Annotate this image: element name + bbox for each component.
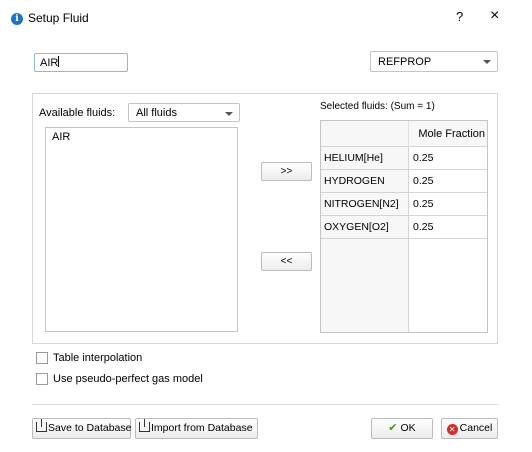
table-row[interactable]: HELIUM[He] 0.25 <box>321 147 487 170</box>
ok-button[interactable]: ✔ OK <box>371 418 433 439</box>
upload-icon <box>139 419 150 432</box>
fluid-name-cell: HELIUM[He] <box>321 147 409 169</box>
mole-fraction-header: Mole Fraction <box>409 121 487 147</box>
chevron-down-icon <box>225 112 233 116</box>
table-row[interactable]: OXYGEN[O2] 0.25 <box>321 216 487 239</box>
download-icon <box>36 419 47 432</box>
footer-divider <box>32 404 498 405</box>
available-fluids-label: Available fluids: <box>39 107 116 119</box>
pseudo-perfect-gas-checkbox[interactable] <box>36 373 48 385</box>
cancel-icon: ✕ <box>446 424 458 435</box>
backend-select[interactable]: REFPROP <box>370 51 498 72</box>
fluid-filter-select[interactable]: All fluids <box>128 103 240 122</box>
mole-fraction-cell[interactable]: 0.25 <box>409 193 487 215</box>
table-row[interactable]: NITROGEN[N2] 0.25 <box>321 193 487 216</box>
pseudo-perfect-gas-label: Use pseudo-perfect gas model <box>53 373 203 385</box>
fluid-name-cell: NITROGEN[N2] <box>321 193 409 215</box>
table-corner-header <box>321 121 409 147</box>
close-button[interactable]: × <box>490 7 499 25</box>
import-from-database-button[interactable]: Import from Database <box>135 418 258 439</box>
selected-fluids-table[interactable]: Mole Fraction HELIUM[He] 0.25 HYDROGEN 0… <box>320 120 488 333</box>
add-fluid-button[interactable]: >> <box>261 162 312 181</box>
fluid-filter-value: All fluids <box>136 107 177 119</box>
row-header-column <box>321 239 409 332</box>
table-row[interactable]: HYDROGEN 0.25 <box>321 170 487 193</box>
chevron-down-icon <box>483 60 491 64</box>
table-interpolation-label: Table interpolation <box>53 352 143 364</box>
remove-fluid-button[interactable]: << <box>261 252 312 271</box>
info-icon: i <box>11 13 23 25</box>
fluid-name-cell: HYDROGEN <box>321 170 409 192</box>
list-item[interactable]: AIR <box>52 131 70 143</box>
cancel-button[interactable]: ✕ Cancel <box>441 418 498 439</box>
mole-fraction-cell[interactable]: 0.25 <box>409 147 487 169</box>
fluid-name-value: AIR <box>40 57 59 69</box>
selected-fluids-label: Selected fluids: (Sum = 1) <box>320 101 435 112</box>
backend-select-value: REFPROP <box>378 56 432 68</box>
fluid-name-cell: OXYGEN[O2] <box>321 216 409 238</box>
help-button[interactable]: ? <box>456 9 463 24</box>
available-fluids-list[interactable]: AIR <box>45 127 238 332</box>
fluid-name-input[interactable]: AIR <box>34 53 128 72</box>
mole-fraction-cell[interactable]: 0.25 <box>409 170 487 192</box>
table-interpolation-checkbox[interactable] <box>36 352 48 364</box>
save-to-database-button[interactable]: Save to Database <box>32 418 131 439</box>
window-title: Setup Fluid <box>28 11 89 25</box>
checkmark-icon: ✔ <box>388 422 398 434</box>
mole-fraction-cell[interactable]: 0.25 <box>409 216 487 238</box>
text-caret <box>58 56 60 67</box>
